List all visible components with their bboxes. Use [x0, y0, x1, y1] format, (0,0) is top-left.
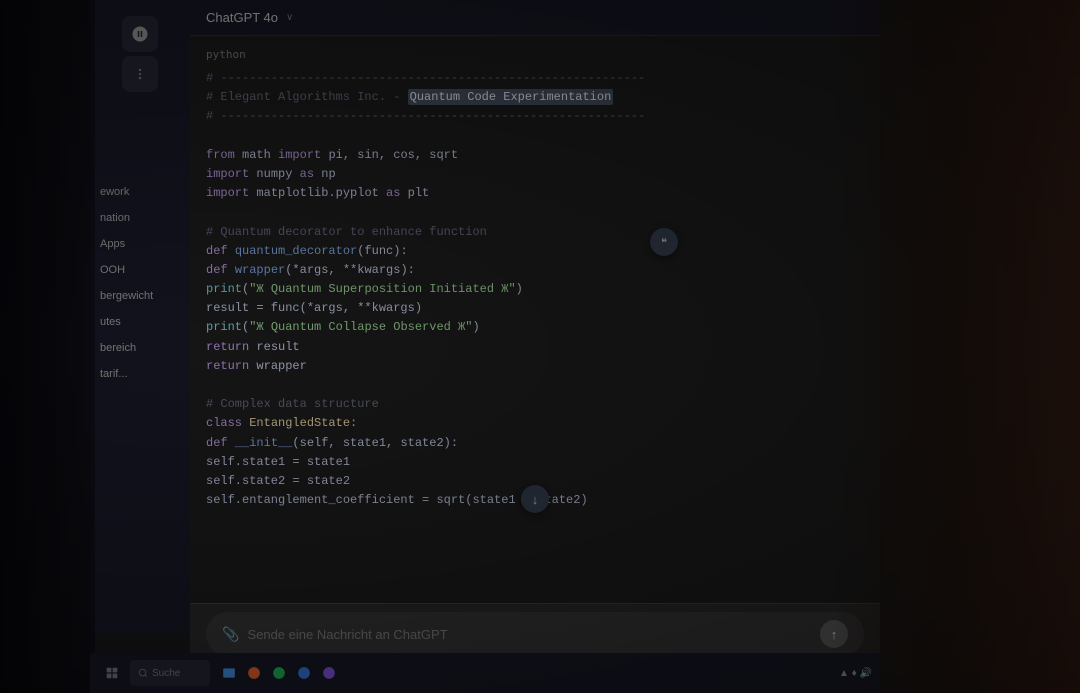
- sidebar-item-apps[interactable]: Apps: [96, 232, 184, 256]
- sidebar-item-tarif[interactable]: tarif...: [96, 362, 184, 386]
- code-line-3: # --------------------------------------…: [206, 107, 864, 126]
- code-line-def2: def wrapper(*args, **kwargs):: [206, 261, 864, 280]
- sidebar-item-nation[interactable]: nation: [96, 206, 184, 230]
- scroll-down-button[interactable]: ↓: [521, 485, 549, 513]
- send-button[interactable]: ↑: [820, 620, 848, 648]
- sidebar-item-bergewicht[interactable]: bergewicht: [96, 284, 184, 308]
- sidebar: ework nation Apps OOH bergewicht utes be…: [90, 0, 190, 633]
- code-line-return2: return wrapper: [206, 357, 864, 376]
- code-line-comment3: # Complex data structure: [206, 395, 864, 414]
- code-line-blank1: [206, 127, 864, 146]
- code-line-imports3: import matplotlib.pyplot as plt: [206, 184, 864, 203]
- taskbar-icon-1[interactable]: [218, 662, 240, 684]
- sidebar-top: [90, 8, 190, 100]
- sidebar-chatgpt-icon[interactable]: [122, 16, 158, 52]
- taskbar-system-tray: ▲ ♦ 🔊: [839, 668, 872, 679]
- code-line-return1: return result: [206, 338, 864, 357]
- taskbar-pinned-icons: [218, 662, 340, 684]
- taskbar-search-label: Suche: [152, 668, 180, 679]
- code-line-2: # Elegant Algorithms Inc. - Quantum Code…: [206, 88, 864, 107]
- title-bar: ChatGPT 4o ∨: [190, 0, 880, 36]
- sidebar-item-utes[interactable]: utes: [96, 310, 184, 334]
- code-line-def1: def quantum_decorator(func):: [206, 242, 864, 261]
- taskbar-right: ▲ ♦ 🔊: [839, 668, 872, 679]
- code-line-state1: self.state1 = state1: [206, 453, 864, 472]
- code-line-imports2: import numpy as np: [206, 165, 864, 184]
- code-line-blank3: [206, 376, 864, 395]
- code-line-init: def __init__(self, state1, state2):: [206, 434, 864, 453]
- code-line-result: result = func(*args, **kwargs): [206, 299, 864, 318]
- code-language-label: python: [206, 48, 864, 61]
- app-title: ChatGPT 4o: [206, 10, 278, 25]
- sidebar-item-bereich[interactable]: bereich: [96, 336, 184, 360]
- sidebar-item-ooh[interactable]: OOH: [96, 258, 184, 282]
- sidebar-item-ework[interactable]: ework: [96, 180, 184, 204]
- title-chevron[interactable]: ∨: [286, 12, 293, 23]
- taskbar-icon-4[interactable]: [293, 662, 315, 684]
- code-selection: Quantum Code Experimentation: [408, 89, 614, 105]
- sidebar-menu-icon[interactable]: [122, 56, 158, 92]
- code-block: # --------------------------------------…: [206, 69, 864, 510]
- code-line-print2: print("Ж Quantum Collapse Observed Ж"): [206, 318, 864, 337]
- code-line-1: # --------------------------------------…: [206, 69, 864, 88]
- quote-button[interactable]: ❝: [650, 228, 678, 256]
- quote-icon: ❝: [661, 236, 667, 249]
- chat-area: ChatGPT 4o ∨ python # ------------------…: [190, 0, 880, 633]
- scroll-down-icon: ↓: [532, 492, 539, 507]
- code-line-class: class EntangledState:: [206, 414, 864, 433]
- taskbar-icon-3[interactable]: [268, 662, 290, 684]
- code-line-comment2: # Quantum decorator to enhance function: [206, 223, 864, 242]
- taskbar-search[interactable]: Suche: [130, 660, 210, 686]
- taskbar-icon-5[interactable]: [318, 662, 340, 684]
- start-button[interactable]: [98, 659, 126, 687]
- message-input[interactable]: Sende eine Nachricht an ChatGPT: [247, 627, 812, 642]
- message-input-box[interactable]: 📎 Sende eine Nachricht an ChatGPT ↑: [206, 612, 864, 656]
- code-line-print1: print("Ж Quantum Superposition Initiated…: [206, 280, 864, 299]
- taskbar-icon-2[interactable]: [243, 662, 265, 684]
- taskbar: Suche ▲ ♦ 🔊: [90, 653, 880, 693]
- attach-icon[interactable]: 📎: [222, 626, 239, 643]
- sidebar-menu: ework nation Apps OOH bergewicht utes be…: [90, 180, 190, 386]
- code-container: python # -------------------------------…: [190, 36, 880, 633]
- code-line-imports1: from math import pi, sin, cos, sqrt: [206, 146, 864, 165]
- code-line-blank2: [206, 203, 864, 222]
- send-icon: ↑: [831, 627, 838, 642]
